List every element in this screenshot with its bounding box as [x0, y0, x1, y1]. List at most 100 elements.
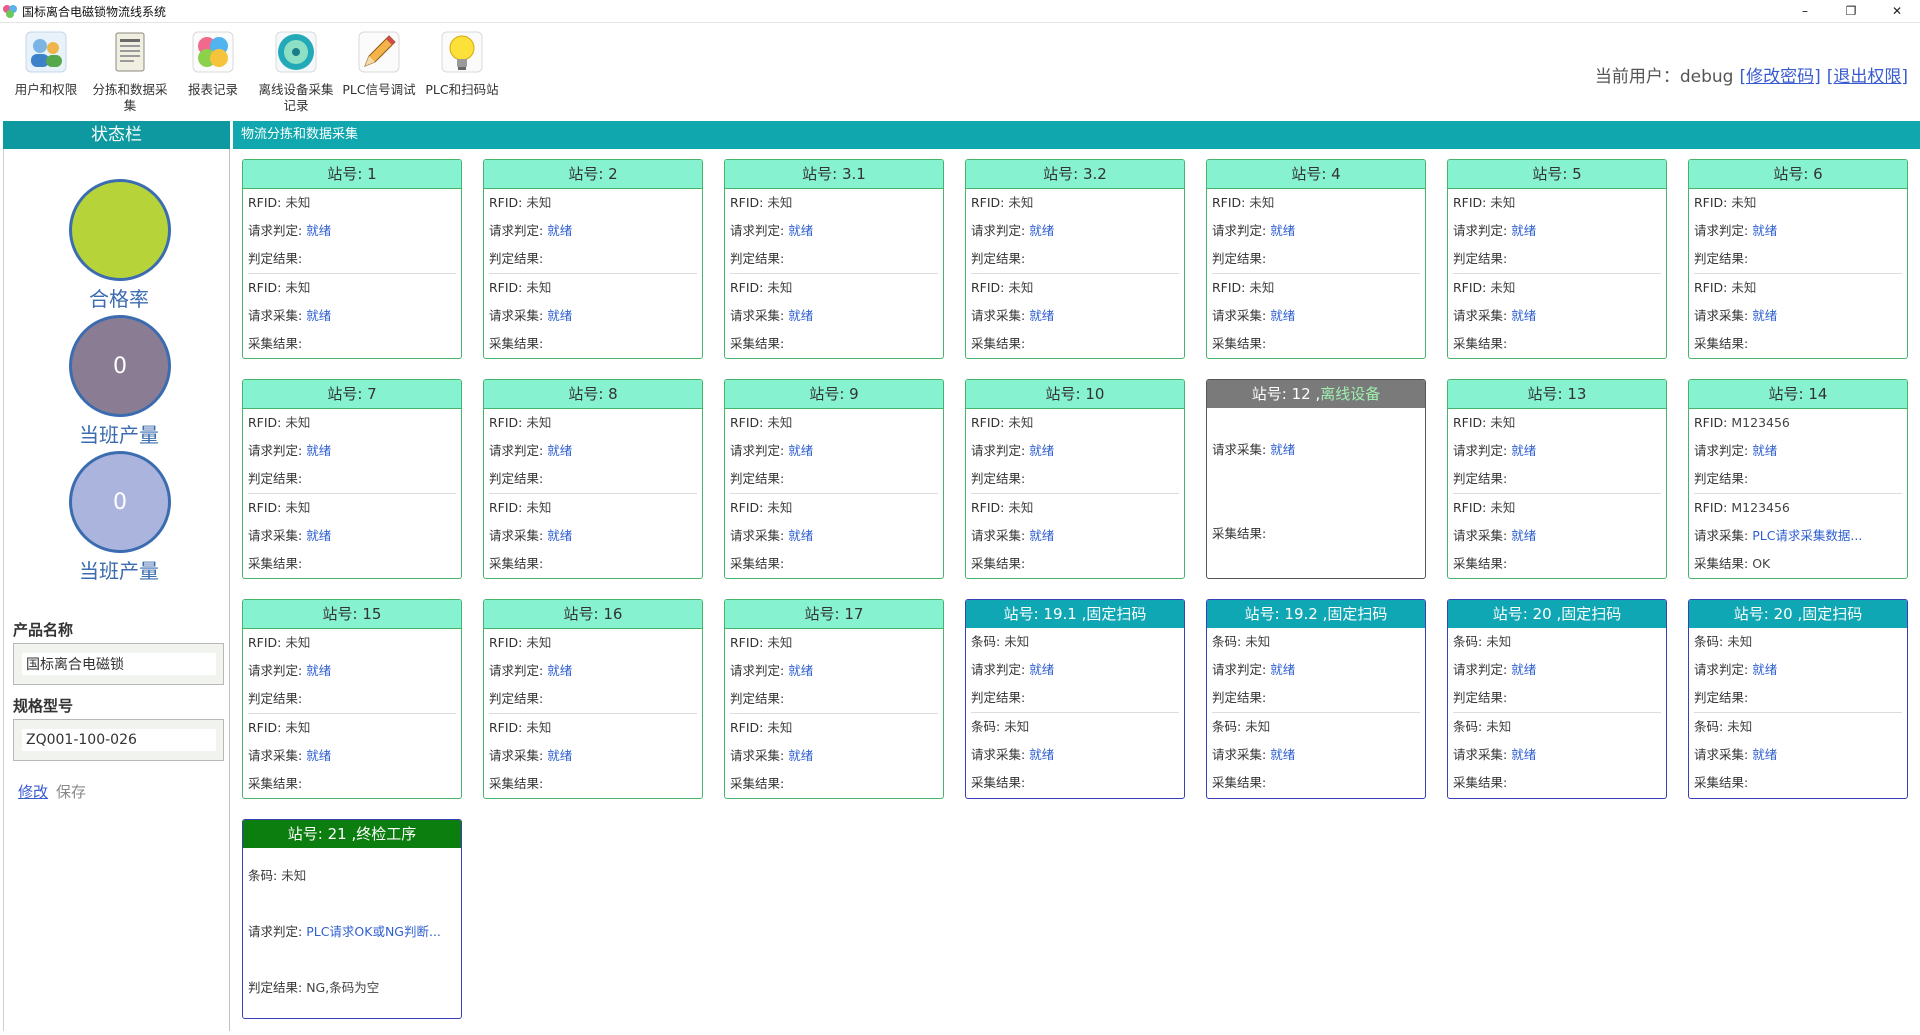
spec-input[interactable] [22, 729, 216, 751]
status-sidebar: 合格率 0 当班产量 0 当班产量 产品名称 规格型号 修改保存 [3, 149, 230, 1031]
edit-link[interactable]: 修改 [18, 783, 48, 801]
station-row: 判定结果: [489, 685, 697, 713]
station-row: RFID: 未知 [971, 409, 1179, 437]
row-value: 就绪 [547, 443, 573, 458]
station-row: 判定结果: [1453, 684, 1661, 712]
station-number: 站号: 4 [1291, 165, 1341, 183]
tool-sorting-data-collection[interactable]: 分拣和数据采集 [89, 30, 171, 114]
close-button[interactable]: ✕ [1874, 0, 1920, 22]
station-row: 采集结果: [489, 770, 697, 798]
station-title: 站号: 13 [1448, 380, 1666, 409]
row-label: 条码: [971, 634, 1005, 649]
station-card: 站号: 12 ,离线设备 请求采集: 就绪 采集结果: [1206, 379, 1426, 579]
row-label: 请求判定: [248, 924, 307, 939]
tool-users-permissions[interactable]: 用户和权限 [5, 30, 87, 98]
station-row: 采集结果: OK [1694, 550, 1902, 578]
station-row: 请求判定: 就绪 [1694, 217, 1902, 245]
station-card: 站号: 3.2 RFID: 未知 请求判定: 就绪 判定结果: RFID: 未知 请求采… [965, 159, 1185, 359]
station-card: 站号: 7 RFID: 未知 请求判定: 就绪 判定结果: RFID: 未知 请求采集:… [242, 379, 462, 579]
station-row: 采集结果: [489, 550, 697, 578]
station-row: 采集结果: [971, 330, 1179, 358]
station-number: 站号: 8 [568, 385, 618, 403]
station-title: 站号: 16 [484, 600, 702, 629]
station-number: 站号: 19.2 ,固定扫码 [1244, 605, 1388, 623]
row-label: 采集结果: [1212, 336, 1267, 351]
station-title: 站号: 8 [484, 380, 702, 409]
row-value: 就绪 [788, 223, 814, 238]
station-card: 站号: 15 RFID: 未知 请求判定: 就绪 判定结果: RFID: 未知 请求采集… [242, 599, 462, 799]
station-card: 站号: 19.1 ,固定扫码 条码: 未知 请求判定: 就绪 判定结果: 条码: 未知… [965, 599, 1185, 799]
save-link[interactable]: 保存 [56, 783, 86, 801]
logout-link[interactable]: [退出权限] [1827, 67, 1908, 87]
row-label: 请求判定: [248, 443, 307, 458]
row-label: RFID: [730, 415, 768, 430]
row-label: 条码: [1453, 634, 1487, 649]
station-row: RFID: 未知 [730, 189, 938, 217]
station-row: RFID: 未知 [489, 629, 697, 657]
station-title: 站号: 14 [1689, 380, 1907, 409]
station-row: 请求采集: 就绪 [1453, 741, 1661, 769]
row-label: RFID: [730, 635, 768, 650]
tool-plc-scan-station[interactable]: PLC和扫码站 [421, 30, 503, 98]
station-title: 站号: 1 [243, 160, 461, 189]
station-card: 站号: 1 RFID: 未知 请求判定: 就绪 判定结果: RFID: 未知 请求采集:… [242, 159, 462, 359]
row-value: 就绪 [1029, 223, 1055, 238]
row-label: 请求判定: [1453, 662, 1512, 677]
row-value: 未知 [526, 720, 552, 735]
row-label: RFID: [489, 280, 527, 295]
station-tag: 离线设备 [1320, 385, 1381, 403]
station-title: 站号: 3.2 [966, 160, 1184, 189]
station-row: 采集结果: [1212, 520, 1420, 548]
row-value: 未知 [767, 500, 793, 515]
row-value: 就绪 [306, 528, 332, 543]
document-icon [115, 32, 145, 72]
station-row: 请求采集: 就绪 [489, 302, 697, 330]
station-row: 请求判定: 就绪 [489, 657, 697, 685]
row-label: 采集结果: [971, 336, 1026, 351]
station-number: 站号: 13 [1527, 385, 1587, 403]
minimize-button[interactable]: – [1782, 0, 1828, 22]
tool-label: PLC和扫码站 [425, 82, 499, 97]
row-value: 未知 [285, 195, 311, 210]
row-value: 未知 [1486, 719, 1512, 734]
station-number: 站号: 6 [1773, 165, 1823, 183]
station-title: 站号: 15 [243, 600, 461, 629]
row-value: 就绪 [306, 748, 332, 763]
row-label: 请求判定: [1212, 662, 1271, 677]
station-card: 站号: 19.2 ,固定扫码 条码: 未知 请求判定: 就绪 判定结果: 条码: 未知… [1206, 599, 1426, 799]
station-card: 站号: 9 RFID: 未知 请求判定: 就绪 判定结果: RFID: 未知 请求采集:… [724, 379, 944, 579]
row-value: 未知 [1249, 280, 1275, 295]
shift-output-stat: 0 当班产量 [69, 315, 171, 448]
tool-report-records[interactable]: 报表记录 [172, 30, 254, 98]
station-row: 请求判定: 就绪 [730, 217, 938, 245]
row-label: RFID: [248, 280, 286, 295]
row-value: 未知 [1490, 195, 1516, 210]
row-value: 未知 [767, 720, 793, 735]
title-bar: 国标离合电磁锁物流线系统 – ❐ ✕ [0, 0, 1920, 23]
row-label: 采集结果: [489, 556, 544, 571]
maximize-button[interactable]: ❐ [1828, 0, 1874, 22]
tool-label: 离线设备采集记录 [258, 82, 334, 113]
row-value: 就绪 [1511, 528, 1537, 543]
row-label: RFID: [1694, 415, 1732, 430]
station-row: 请求采集: 就绪 [971, 302, 1179, 330]
station-row: 请求采集: 就绪 [730, 742, 938, 770]
station-row: 请求判定: 就绪 [248, 437, 456, 465]
station-row: 采集结果: [730, 330, 938, 358]
row-label: 采集结果: [1453, 336, 1508, 351]
station-title: 站号: 20 ,固定扫码 [1689, 600, 1907, 628]
row-label: 条码: [1694, 634, 1728, 649]
row-label: 请求采集: [1453, 747, 1512, 762]
row-label: 条码: [1212, 719, 1246, 734]
product-name-input[interactable] [22, 653, 216, 675]
tool-offline-device-records[interactable]: 离线设备采集记录 [255, 30, 337, 114]
tool-label: 分拣和数据采集 [92, 82, 168, 113]
row-label: 请求采集: [489, 528, 548, 543]
row-label: 条码: [248, 868, 282, 883]
station-row: 请求采集: PLC请求采集数据... [1694, 522, 1902, 550]
tool-plc-signal-debug[interactable]: PLC信号调试 [338, 30, 420, 98]
row-value: 就绪 [1752, 443, 1778, 458]
station-row: 判定结果: [489, 465, 697, 493]
change-password-link[interactable]: [修改密码] [1739, 67, 1820, 87]
row-label: 请求判定: [971, 443, 1030, 458]
